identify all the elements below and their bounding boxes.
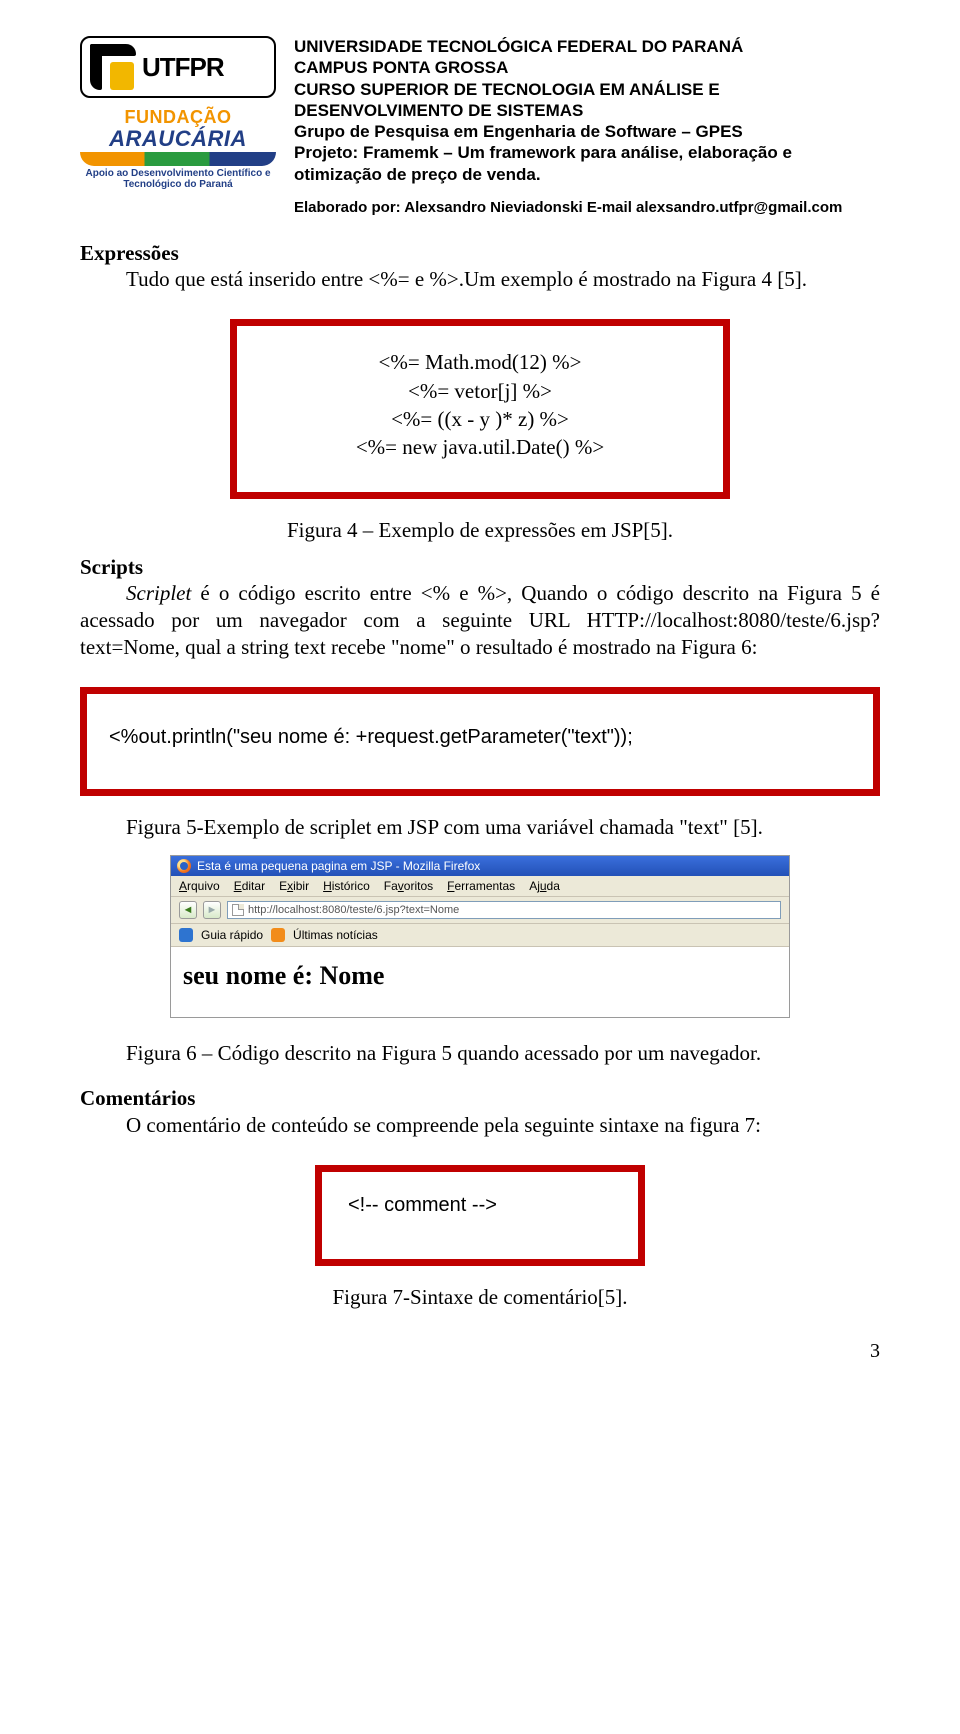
figure7-code-box: <!-- comment --> (315, 1165, 645, 1266)
araucaria-line1: FUNDAÇÃO (80, 108, 276, 127)
browser-content: seu nome é: Nome (171, 947, 789, 1017)
araucaria-logo: FUNDAÇÃO ARAUCÁRIA Apoio ao Desenvolvime… (80, 108, 276, 191)
browser-output: seu nome é: Nome (183, 961, 777, 991)
section-title-scripts: Scripts (80, 554, 880, 581)
code-line: <!-- comment --> (338, 1192, 622, 1219)
browser-title: Esta é uma pequena pagina em JSP - Mozil… (197, 859, 480, 873)
code-line: <%= ((x - y )* z) %> (255, 405, 705, 433)
menu-historico[interactable]: Histórico (323, 879, 370, 893)
araucaria-swoosh-icon (80, 152, 276, 166)
browser-menubar: Arquivo Editar Exibir Histórico Favorito… (171, 876, 789, 897)
menu-ajuda[interactable]: Ajuda (529, 879, 560, 893)
menu-editar[interactable]: Editar (234, 879, 265, 893)
logo-column: UTFPR FUNDAÇÃO ARAUCÁRIA Apoio ao Desenv… (80, 36, 276, 191)
section-title-comentarios: Comentários (80, 1085, 880, 1112)
menu-ferramentas[interactable]: Ferramentas (447, 879, 515, 893)
scripts-paragraph: Scriplet é o código escrito entre <% e %… (80, 580, 880, 661)
browser-titlebar: Esta é uma pequena pagina em JSP - Mozil… (171, 856, 789, 876)
araucaria-sub: Apoio ao Desenvolvimento Científico e Te… (80, 168, 276, 191)
bookmark-icon (179, 928, 193, 942)
page-header: UTFPR FUNDAÇÃO ARAUCÁRIA Apoio ao Desenv… (80, 36, 880, 218)
araucaria-line2: ARAUCÁRIA (80, 127, 276, 150)
bookmarks-row: Guia rápido Últimas notícias (171, 924, 789, 947)
code-line: <%out.println("seu nome é: +request.getP… (109, 724, 859, 751)
header-author: Elaborado por: Alexsandro Nieviadonski E… (294, 199, 880, 218)
page-icon (232, 904, 244, 916)
section-title-expressoes: Expressões (80, 240, 880, 267)
back-button[interactable]: ◄ (179, 901, 197, 919)
scripts-term: Scriplet (126, 581, 200, 605)
url-text: http://localhost:8080/teste/6.jsp?text=N… (248, 904, 459, 916)
code-line: <%= new java.util.Date() %> (255, 433, 705, 461)
figure7-caption: Figura 7-Sintaxe de comentário[5]. (80, 1284, 880, 1311)
header-text-block: UNIVERSIDADE TECNOLÓGICA FEDERAL DO PARA… (294, 36, 880, 218)
header-line: Grupo de Pesquisa em Engenharia de Softw… (294, 121, 880, 142)
code-line: <%= Math.mod(12) %> (255, 348, 705, 376)
figure5-code-box: <%out.println("seu nome é: +request.getP… (80, 687, 880, 796)
browser-screenshot: Esta é uma pequena pagina em JSP - Mozil… (170, 855, 790, 1018)
figure4-code-box: <%= Math.mod(12) %> <%= vetor[j] %> <%= … (230, 319, 730, 498)
header-line: CURSO SUPERIOR DE TECNOLOGIA EM ANÁLISE … (294, 79, 880, 122)
bookmark-noticias[interactable]: Últimas notícias (293, 928, 378, 942)
code-line: <%= vetor[j] %> (255, 377, 705, 405)
comentarios-paragraph: O comentário de conteúdo se compreende p… (80, 1112, 880, 1139)
scripts-text: é o código escrito entre <% e %>, Quando… (80, 581, 880, 659)
expressoes-paragraph: Tudo que está inserido entre <%= e %>.Um… (80, 266, 880, 293)
menu-exibir[interactable]: Exibir (279, 879, 309, 893)
url-field[interactable]: http://localhost:8080/teste/6.jsp?text=N… (227, 901, 781, 919)
figure5-caption: Figura 5-Exemplo de scriplet em JSP com … (80, 814, 880, 841)
header-line: CAMPUS PONTA GROSSA (294, 57, 880, 78)
utfpr-logo: UTFPR (80, 36, 276, 98)
utfpr-mark-icon (90, 44, 136, 90)
header-line: Projeto: Framemk – Um framework para aná… (294, 142, 880, 185)
menu-favoritos[interactable]: Favoritos (384, 879, 433, 893)
header-line: UNIVERSIDADE TECNOLÓGICA FEDERAL DO PARA… (294, 36, 880, 57)
figure4-caption: Figura 4 – Exemplo de expressões em JSP[… (80, 517, 880, 544)
browser-url-row: ◄ ► http://localhost:8080/teste/6.jsp?te… (171, 897, 789, 924)
bookmark-guia[interactable]: Guia rápido (201, 928, 263, 942)
figure6-caption: Figura 6 – Código descrito na Figura 5 q… (80, 1040, 880, 1067)
forward-button[interactable]: ► (203, 901, 221, 919)
firefox-icon (177, 859, 191, 873)
rss-icon (271, 928, 285, 942)
utfpr-logo-text: UTFPR (142, 52, 224, 83)
page-number: 3 (80, 1340, 880, 1363)
menu-arquivo[interactable]: Arquivo (179, 879, 220, 893)
